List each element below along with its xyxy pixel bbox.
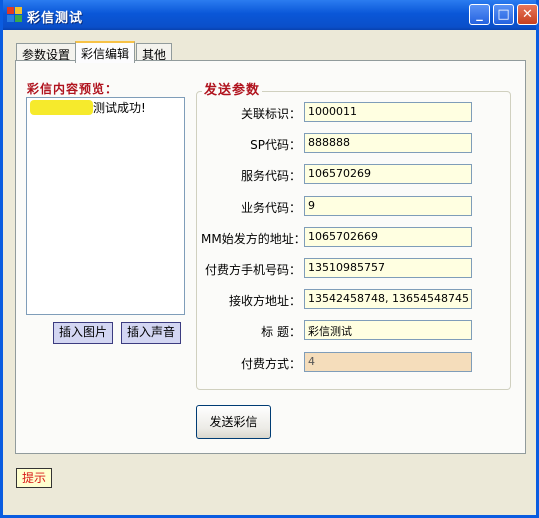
minimize-button[interactable]: _	[469, 4, 490, 25]
field-label: 接收方地址：	[228, 294, 301, 308]
close-button[interactable]: ✕	[517, 4, 538, 25]
preview-textarea[interactable]: 测试成功!	[26, 97, 185, 315]
field-input[interactable]: 1000011	[304, 102, 472, 122]
field-input[interactable]: 9	[304, 196, 472, 216]
field-input: 4	[304, 352, 472, 372]
preview-label: 彩信内容预览：	[27, 82, 119, 96]
app-window: 彩信测试 _ □ ✕ 参数设置 彩信编辑 其他 彩信内容预览： 测试成功! 插入…	[0, 0, 539, 518]
field-label: 关联标识：	[240, 107, 301, 121]
hint-label: 提示	[16, 468, 53, 488]
app-icon	[7, 7, 23, 23]
title-bar[interactable]: 彩信测试 _ □ ✕	[3, 0, 538, 30]
minimize-icon: _	[476, 7, 483, 22]
insert-sound-button[interactable]: 插入声音	[121, 322, 182, 344]
field-label: 付费方式：	[240, 357, 301, 371]
field-label: 标 题：	[261, 325, 301, 339]
send-params-title: 发送参数	[202, 79, 263, 98]
field-label: 付费方手机号码：	[204, 263, 301, 277]
redacted-highlight	[30, 100, 93, 115]
insert-image-button[interactable]: 插入图片	[53, 322, 114, 344]
maximize-icon: □	[497, 7, 510, 22]
field-input[interactable]: 彩信测试	[304, 320, 472, 340]
window-title: 彩信测试	[27, 11, 84, 26]
field-input[interactable]: 1065702669	[304, 227, 472, 247]
field-label: MM始发方的地址：	[201, 232, 306, 246]
preview-content: 测试成功!	[93, 101, 146, 115]
tab-mms-edit[interactable]: 彩信编辑	[75, 41, 136, 63]
send-mms-button[interactable]: 发送彩信	[196, 405, 271, 439]
field-label: 业务代码：	[240, 201, 301, 215]
field-label: 服务代码：	[240, 169, 301, 183]
field-label: SP代码：	[250, 138, 301, 152]
field-input[interactable]: 13542458748, 13654548745	[304, 289, 472, 309]
field-input[interactable]: 106570269	[304, 164, 472, 184]
field-input[interactable]: 888888	[304, 133, 472, 153]
close-icon: ✕	[522, 7, 533, 22]
tab-panel-mms-edit: 彩信内容预览： 测试成功! 插入图片 插入声音 发送参数 关联标识： 100001…	[15, 60, 526, 454]
maximize-button[interactable]: □	[493, 4, 514, 25]
field-input[interactable]: 13510985757	[304, 258, 472, 278]
